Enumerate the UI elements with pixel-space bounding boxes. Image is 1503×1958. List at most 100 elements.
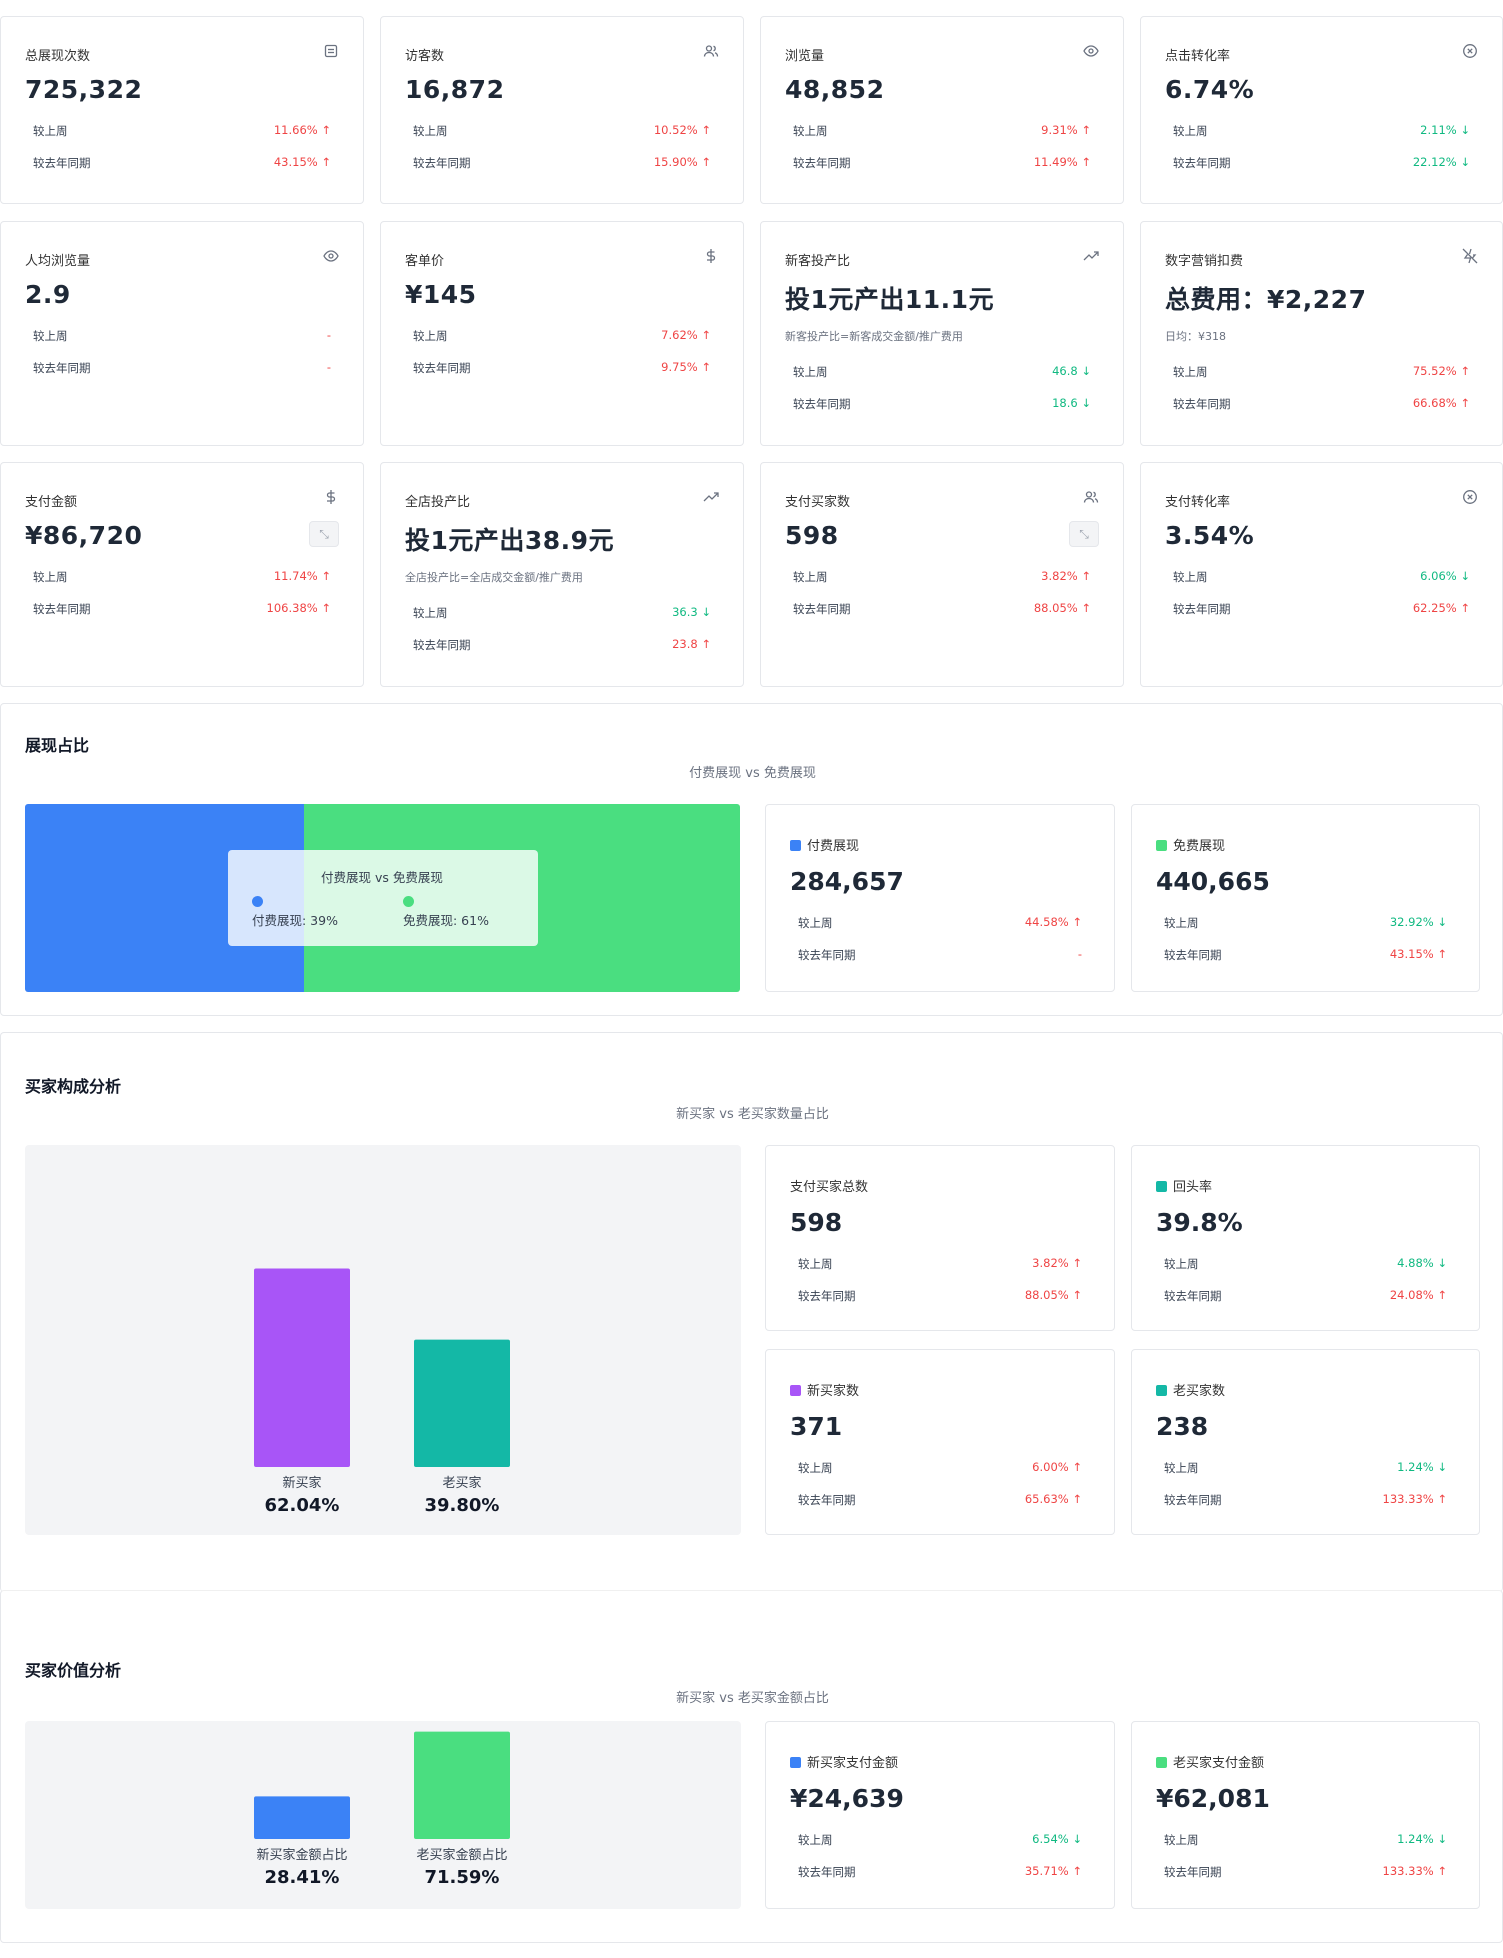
comparison-row: 较上周 75.52% ↑ [1173,364,1470,382]
kpi-card-avg-page-views: 人均浏览量 2.9 较上周 - 较去年同期 - [0,221,364,446]
kpi-title: 点击转化率 [1165,49,1231,64]
comparison-value: 62.25% ↑ [1412,601,1470,615]
new-buyer-amount-card: 新买家支付金额 ¥24,639 较上周 6.54% ↓ 较去年同期 35.71% ↑ [765,1721,1115,1909]
comparison-row: 较上周 32.92% ↓ [1164,915,1447,933]
bar-value-label: 71.59% [425,1867,500,1888]
kpi-card-paying-buyers: 支付买家数 598 较上周 3.82% ↑ 较去年同期 88.05% ↑ ⤡ [760,462,1124,687]
bar-category-label: 老买家 [442,1475,481,1491]
kpi-value: ¥145 [405,280,477,309]
comparison-value: 44.58% ↑ [1024,915,1082,929]
comparison-value: 133.33% ↑ [1382,1864,1447,1878]
comparison-value: 6.06% ↓ [1420,569,1470,583]
comparison-label: 较上周 [1164,1461,1199,1475]
comparison-row: 较去年同期 22.12% ↓ [1173,155,1470,173]
comparison-value: - [326,328,331,342]
comparison-label: 较去年同期 [793,602,851,616]
comparison-value: 3.82% ↑ [1041,569,1091,583]
eye-icon [1083,43,1099,59]
stat-value: 598 [790,1208,843,1237]
comparison-value: 65.63% ↑ [1024,1492,1082,1506]
kpi-card-click-conversion: 点击转化率 6.74% 较上周 2.11% ↓ 较去年同期 22.12% ↓ [1140,16,1503,204]
comparison-label: 较上周 [793,124,828,138]
comparison-value: 1.24% ↓ [1397,1832,1447,1846]
impression-tooltip: 付费展现 vs 免费展现 付费展现: 39% 免费展现: 61% [228,850,538,946]
comparison-row: 较上周 6.06% ↓ [1173,569,1470,587]
new-buyers-card: 新买家数 371 较上周 6.00% ↑ 较去年同期 65.63% ↑ [765,1349,1115,1535]
comparison-label: 较去年同期 [1164,948,1222,962]
stat-title: 老买家数 [1156,1380,1225,1399]
comparison-row: 较上周 9.31% ↑ [793,123,1091,141]
comparison-row: 较去年同期 - [33,360,331,378]
comparison-label: 较上周 [1164,1257,1199,1271]
comparison-value: 23.8 ↑ [672,637,711,651]
comparison-label: 较去年同期 [1164,1865,1222,1879]
bar-1[interactable] [414,1731,510,1839]
bar-value-label: 28.41% [265,1867,340,1888]
comparison-label: 较去年同期 [798,1289,856,1303]
stat-title: 免费展现 [1156,835,1225,854]
buyer-composition-subtitle: 新买家 vs 老买家数量占比 [676,1107,829,1122]
comparison-row: 较去年同期 88.05% ↑ [798,1288,1082,1306]
stat-value: 371 [790,1412,843,1441]
stat-title-text: 新买家支付金额 [807,1756,899,1771]
comparison-row: 较上周 6.00% ↑ [798,1460,1082,1478]
stat-title-text: 付费展现 [807,839,860,854]
buyer-composition-title: 买家构成分析 [25,1077,122,1096]
kpi-title: 访客数 [405,49,445,64]
comparison-value: 88.05% ↑ [1033,601,1091,615]
legend-swatch [1156,1757,1167,1768]
trend-up-icon [1083,248,1099,264]
buyer-value-chart: 新买家金额占比 28.41% 老买家金额占比 71.59% [25,1721,741,1909]
kpi-value: 3.54% [1165,521,1255,550]
kpi-value: 598 [785,521,839,550]
expand-button[interactable]: ⤡ [1069,521,1099,547]
kpi-card-visitors: 访客数 16,872 较上周 10.52% ↑ 较去年同期 15.90% ↑ [380,16,744,204]
comparison-label: 较上周 [1164,1833,1199,1847]
stat-value: 39.8% [1156,1208,1243,1237]
stat-title-text: 回头率 [1173,1180,1213,1195]
comparison-row: 较去年同期 35.71% ↑ [798,1864,1082,1882]
comparison-row: 较去年同期 133.33% ↑ [1164,1864,1447,1882]
impression-stacked-bar[interactable]: 付费展现 vs 免费展现 付费展现: 39% 免费展现: 61% [25,804,740,992]
comparison-row: 较上周 44.58% ↑ [798,915,1082,933]
comparison-label: 较去年同期 [1173,156,1231,170]
paid-impression-card: 付费展现 284,657 较上周 44.58% ↑ 较去年同期 - [765,804,1115,992]
comparison-row: 较去年同期 88.05% ↑ [793,601,1091,619]
kpi-title: 总展现次数 [25,49,91,64]
stat-value: 238 [1156,1412,1209,1441]
comparison-label: 较去年同期 [413,156,471,170]
comparison-row: 较上周 - [33,328,331,346]
kpi-card-payment-conversion: 支付转化率 3.54% 较上周 6.06% ↓ 较去年同期 62.25% ↑ [1140,462,1503,687]
kpi-title: 支付转化率 [1165,495,1231,510]
kpi-title: 数字营销扣费 [1165,254,1244,269]
comparison-value: 2.11% ↓ [1420,123,1470,137]
stat-title-text: 新买家数 [807,1384,860,1399]
comparison-label: 较上周 [413,124,448,138]
comparison-value: 7.62% ↑ [661,328,711,342]
comparison-row: 较上周 1.24% ↓ [1164,1832,1447,1850]
comparison-value: 43.15% ↑ [273,155,331,169]
comparison-label: 较上周 [798,1833,833,1847]
bar-1[interactable] [414,1339,510,1467]
kpi-title: 全店投产比 [405,495,471,510]
bar-category-label: 新买家金额占比 [256,1847,347,1863]
kpi-card-page-views: 浏览量 48,852 较上周 9.31% ↑ 较去年同期 11.49% ↑ [760,16,1124,204]
bar-0[interactable] [254,1796,350,1839]
stat-title: 新买家支付金额 [790,1752,898,1771]
comparison-label: 较上周 [33,570,68,584]
comparison-label: 较去年同期 [1164,1289,1222,1303]
stat-value: 440,665 [1156,867,1270,896]
comparison-value: 18.6 ↓ [1052,396,1091,410]
kpi-value: 6.74% [1165,75,1255,104]
comparison-value: 9.75% ↑ [661,360,711,374]
impression-subtitle: 付费展现 vs 免费展现 [689,766,816,781]
old-buyers-card: 老买家数 238 较上周 1.24% ↓ 较去年同期 133.33% ↑ [1131,1349,1480,1535]
bar-0[interactable] [254,1268,350,1467]
comparison-label: 较上周 [798,1257,833,1271]
kpi-value: 48,852 [785,75,885,104]
comparison-row: 较去年同期 23.8 ↑ [413,637,711,655]
expand-button[interactable]: ⤡ [309,521,339,547]
comparison-value: 1.24% ↓ [1397,1460,1447,1474]
comparison-label: 较去年同期 [793,397,851,411]
zap-off-icon [1462,248,1478,264]
